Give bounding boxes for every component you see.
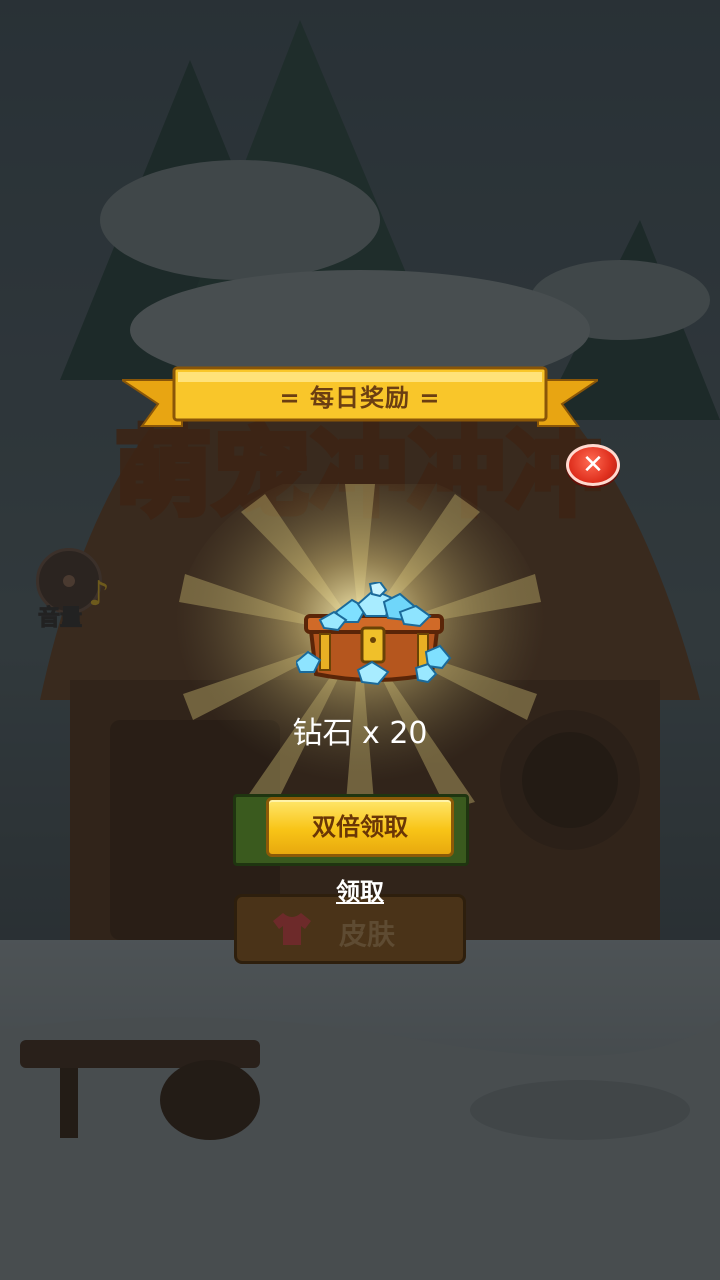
close-icon: ✕: [582, 450, 604, 480]
daily-reward-ribbon: [122, 366, 598, 427]
shirt-icon: [273, 913, 311, 945]
volume-label: 音量: [37, 606, 83, 632]
volume-button[interactable]: ♪ 音量: [32, 548, 122, 634]
claim-link[interactable]: 领取: [300, 872, 420, 907]
skin-label: 皮肤: [339, 918, 396, 951]
close-button[interactable]: ✕: [566, 444, 620, 486]
reward-amount: 钻石 x 20: [292, 716, 428, 751]
music-note-icon: ♪: [88, 574, 110, 614]
double-claim-label: 双倍领取: [312, 813, 408, 841]
double-claim-button[interactable]: 双倍领取: [266, 797, 454, 857]
diamond-chest-icon: [296, 582, 452, 686]
game-screen: 萌宠冲冲冲 ♪ 音量 皮肤 = 每日奖励 = ✕ 钻石 x 20 双倍领取 领取: [0, 0, 720, 1280]
